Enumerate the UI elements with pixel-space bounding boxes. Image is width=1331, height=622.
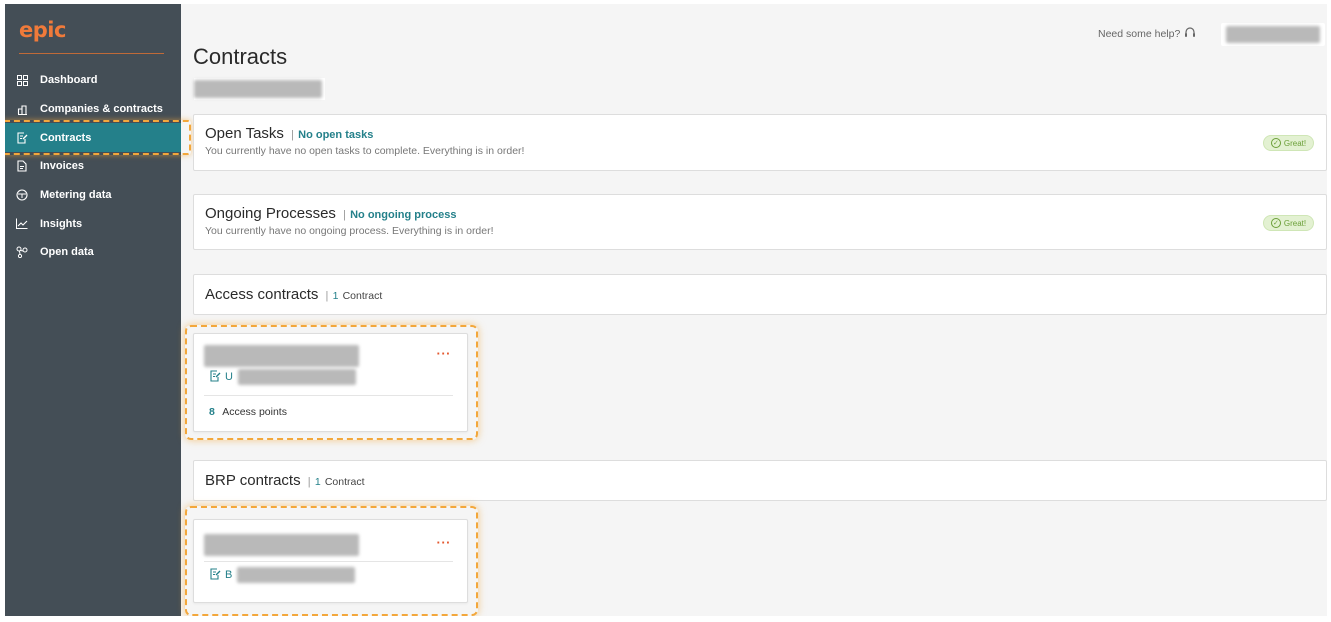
- building-icon: [16, 103, 28, 115]
- headset-icon: [1184, 26, 1196, 42]
- status-badge-label: Great!: [1283, 218, 1307, 228]
- contract-icon: [210, 369, 221, 385]
- card-divider: [204, 395, 453, 396]
- redacted-user-name: [1226, 26, 1320, 43]
- contract-reference[interactable]: U: [210, 369, 356, 385]
- help-link[interactable]: Need some help?: [1098, 26, 1196, 42]
- check-circle-icon: ✓: [1270, 218, 1281, 228]
- ongoing-processes-description: You currently have no ongoing process. E…: [205, 225, 494, 237]
- brp-contracts-count-label: Contract: [324, 476, 365, 488]
- sidebar-item-label: Open data: [40, 246, 94, 259]
- redacted-contract-name: [204, 534, 359, 556]
- sidebar-item-label: Contracts: [40, 131, 92, 144]
- page-title: Contracts: [193, 44, 288, 69]
- sidebar-item-label: Invoices: [40, 160, 85, 173]
- card-menu-button[interactable]: ···: [437, 535, 452, 550]
- meter-icon: [16, 189, 28, 201]
- access-points-summary: 8 Access points: [209, 406, 287, 418]
- brand-logo[interactable]: epic: [19, 18, 66, 42]
- open-tasks-heading: Open Tasks | No open tasks: [205, 125, 373, 142]
- sidebar-item-dashboard[interactable]: Dashboard: [5, 66, 181, 95]
- access-contracts-count-label: Contract: [342, 290, 383, 302]
- status-badge-label: Great!: [1283, 138, 1307, 148]
- card-menu-button[interactable]: ···: [437, 346, 452, 361]
- contract-icon: [16, 132, 28, 144]
- brp-contracts-count: 1: [314, 476, 321, 488]
- title-separator: |: [291, 129, 294, 141]
- access-contracts-header: Access contracts | 1 Contract: [193, 274, 1327, 315]
- access-contracts-title: Access contracts: [205, 286, 319, 303]
- title-separator: |: [325, 290, 329, 302]
- logo-divider: [19, 53, 164, 54]
- brp-contracts-header: BRP contracts | 1 Contract: [193, 460, 1327, 501]
- check-circle-icon: ✓: [1270, 138, 1281, 148]
- app-frame: epic Dashboard Companies & contracts Con…: [5, 4, 1327, 616]
- brp-contracts-heading: BRP contracts | 1 Contract: [205, 472, 365, 489]
- access-points-label: Access points: [222, 406, 287, 418]
- document-icon: [16, 160, 28, 172]
- contract-reference-prefix: B: [225, 569, 233, 581]
- ongoing-processes-status: No ongoing process: [350, 209, 457, 221]
- sidebar-item-open-data[interactable]: Open data: [5, 238, 181, 267]
- ongoing-processes-title: Ongoing Processes: [205, 205, 336, 222]
- contract-icon: [210, 567, 221, 583]
- redacted-company-name: [194, 80, 322, 98]
- redacted-contract-reference: [237, 567, 356, 583]
- sidebar-item-label: Insights: [40, 217, 83, 230]
- access-contracts-count: 1: [332, 290, 339, 302]
- status-badge: ✓ Great!: [1263, 135, 1314, 151]
- open-tasks-title: Open Tasks: [205, 125, 284, 142]
- open-tasks-status: No open tasks: [298, 129, 374, 141]
- sidebar: epic Dashboard Companies & contracts Con…: [5, 4, 191, 616]
- help-text: Need some help?: [1098, 28, 1181, 40]
- contract-reference-prefix: U: [225, 371, 233, 383]
- status-badge: ✓ Great!: [1263, 215, 1314, 231]
- ongoing-processes-heading: Ongoing Processes | No ongoing process: [205, 205, 456, 222]
- ongoing-processes-panel: Ongoing Processes | No ongoing process Y…: [193, 194, 1327, 250]
- sidebar-item-invoices[interactable]: Invoices: [5, 152, 181, 181]
- contract-reference[interactable]: B: [210, 567, 356, 583]
- sidebar-item-label: Companies & contracts: [40, 103, 163, 116]
- chart-icon: [16, 218, 28, 230]
- access-contract-card[interactable]: ··· U 8 Access points: [193, 333, 468, 432]
- sidebar-nav: Dashboard Companies & contracts Contract…: [5, 66, 191, 267]
- sidebar-item-contracts[interactable]: Contracts: [5, 120, 191, 155]
- user-menu[interactable]: [1221, 23, 1325, 46]
- open-tasks-panel: Open Tasks | No open tasks You currently…: [193, 114, 1327, 171]
- sidebar-item-insights[interactable]: Insights: [5, 209, 181, 238]
- sidebar-item-label: Dashboard: [40, 74, 98, 87]
- brp-contracts-title: BRP contracts: [205, 472, 301, 489]
- redacted-contract-name: [204, 345, 359, 367]
- redacted-contract-reference: [237, 369, 356, 385]
- card-divider: [204, 561, 453, 562]
- network-icon: [16, 246, 28, 259]
- title-separator: |: [343, 209, 346, 221]
- open-tasks-description: You currently have no open tasks to comp…: [205, 145, 525, 157]
- grid-icon: [16, 74, 28, 86]
- sidebar-item-label: Metering data: [40, 189, 112, 202]
- brp-contract-card[interactable]: ··· B: [193, 519, 468, 603]
- access-contracts-heading: Access contracts | 1 Contract: [205, 286, 382, 303]
- access-points-count: 8: [209, 406, 215, 418]
- company-selector[interactable]: [194, 78, 325, 100]
- sidebar-item-metering-data[interactable]: Metering data: [5, 181, 181, 210]
- title-separator: |: [307, 476, 311, 488]
- sidebar-item-companies-contracts[interactable]: Companies & contracts: [5, 95, 181, 124]
